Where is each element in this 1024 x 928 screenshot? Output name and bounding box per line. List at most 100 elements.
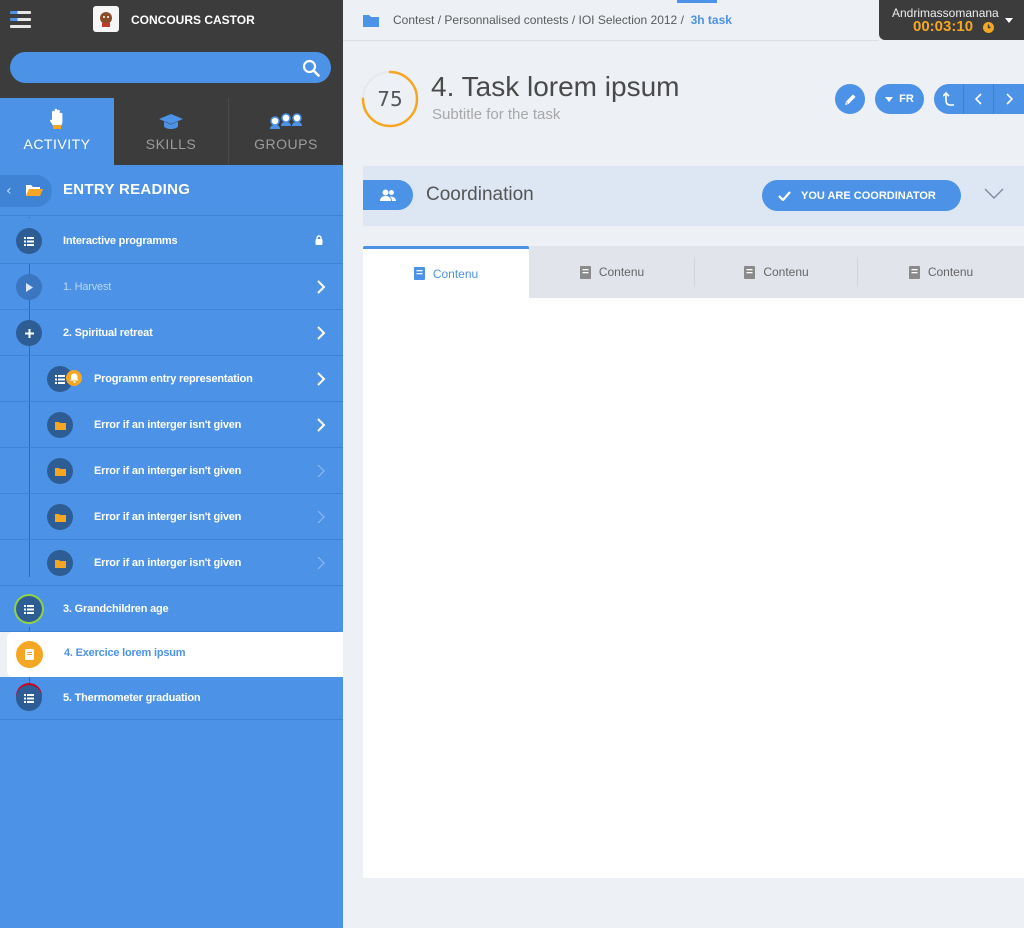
group-icon bbox=[270, 113, 302, 129]
tree-item-label: 2. Spiritual retreat bbox=[63, 326, 153, 339]
entry-header: ‹ ENTRY READING bbox=[0, 165, 343, 216]
tab-contenu[interactable]: Contenu bbox=[363, 246, 529, 298]
status-circle bbox=[16, 685, 42, 711]
bell-icon bbox=[66, 370, 82, 386]
tree-item-label: 3. Grandchildren age bbox=[63, 602, 169, 615]
book-icon bbox=[579, 265, 591, 279]
pencil-icon bbox=[844, 94, 855, 105]
check-icon bbox=[778, 190, 791, 201]
entry-title: ENTRY READING bbox=[63, 181, 191, 198]
book-icon bbox=[25, 649, 34, 660]
chevron-right-icon[interactable] bbox=[317, 556, 326, 570]
tree-item[interactable]: 3. Grandchildren age bbox=[0, 586, 343, 632]
breadcrumb-item[interactable]: Contest bbox=[393, 13, 434, 27]
task-content-area bbox=[363, 298, 1024, 878]
castor-logo-icon bbox=[93, 6, 119, 32]
app-title: CONCOURS CASTOR bbox=[131, 13, 255, 27]
play-icon bbox=[26, 282, 33, 292]
search-input[interactable] bbox=[10, 52, 331, 83]
caret-down-icon bbox=[885, 96, 894, 102]
tree-item-label: Interactive programms bbox=[63, 234, 178, 247]
breadcrumb-separator: / bbox=[437, 13, 442, 27]
breadcrumb-indicator bbox=[677, 0, 717, 3]
next-button[interactable] bbox=[994, 84, 1024, 114]
coordination-title: Coordination bbox=[426, 184, 534, 205]
breadcrumb-item[interactable]: IOI Selection 2012 bbox=[579, 13, 678, 27]
tree-item[interactable]: Error if an interger isn't given bbox=[0, 494, 343, 540]
previous-button[interactable] bbox=[964, 84, 994, 114]
tree-item[interactable]: Programm entry representation bbox=[0, 356, 343, 402]
users-icon bbox=[380, 189, 396, 201]
tree-item[interactable]: Interactive programms bbox=[0, 218, 343, 264]
breadcrumb-separator: / bbox=[571, 13, 576, 27]
tree-item[interactable]: Error if an interger isn't given bbox=[0, 540, 343, 586]
progress-ring bbox=[16, 228, 42, 254]
tree-item-label: 4. Exercice lorem ipsum bbox=[64, 647, 186, 659]
status-circle bbox=[16, 641, 43, 668]
tab-contenu[interactable]: Contenu bbox=[858, 246, 1024, 298]
chevron-right-icon[interactable] bbox=[317, 464, 326, 478]
sidebar: CONCOURS CASTOR ACTIVITY SKILLS GROUPS ‹… bbox=[0, 0, 343, 928]
status-circle bbox=[16, 320, 42, 346]
folder-icon bbox=[54, 559, 66, 568]
chevron-right-icon[interactable] bbox=[317, 279, 326, 294]
tab-contenu[interactable]: Contenu bbox=[529, 246, 695, 298]
chevron-right-icon[interactable] bbox=[317, 325, 326, 340]
timer: 00:03:10 bbox=[913, 18, 974, 35]
navigation-buttons bbox=[934, 84, 1024, 114]
open-folder-icon bbox=[26, 185, 43, 196]
tree-item[interactable]: 1. Harvest bbox=[0, 264, 343, 310]
language-button[interactable]: FR bbox=[875, 84, 924, 114]
tree-item[interactable]: 2. Spiritual retreat bbox=[0, 310, 343, 356]
back-button[interactable]: ‹ bbox=[0, 175, 52, 207]
user-panel[interactable]: Andrimassomanana 00:03:10 bbox=[879, 0, 1024, 40]
book-icon bbox=[908, 265, 920, 279]
tab-contenu[interactable]: Contenu bbox=[695, 246, 858, 298]
tree-item-selected[interactable]: 4. Exercice lorem ipsum bbox=[0, 632, 343, 677]
status-circle bbox=[16, 274, 42, 300]
clock-icon bbox=[983, 22, 994, 33]
tree-item[interactable]: 5. Thermometer graduation bbox=[0, 677, 343, 720]
breadcrumb-item[interactable]: Personnalised contests bbox=[444, 13, 568, 27]
tree-item[interactable]: Error if an interger isn't given bbox=[0, 448, 343, 494]
chevron-right-icon[interactable] bbox=[317, 417, 326, 432]
plus-icon bbox=[24, 328, 34, 338]
tab-groups[interactable]: GROUPS bbox=[229, 98, 343, 165]
status-circle bbox=[47, 550, 73, 576]
parent-button[interactable] bbox=[934, 84, 964, 114]
chevron-right-icon[interactable] bbox=[317, 510, 326, 524]
tree-item-label: Programm entry representation bbox=[94, 372, 253, 385]
book-icon bbox=[413, 267, 425, 280]
chevron-down-icon[interactable] bbox=[984, 188, 1004, 199]
tab-skills[interactable]: SKILLS bbox=[114, 98, 229, 165]
coordinator-button-label: YOU ARE COORDINATOR bbox=[801, 189, 936, 202]
tab-skills-label: SKILLS bbox=[145, 136, 197, 152]
main-panel: Contest / Personnalised contests / IOI S… bbox=[343, 0, 1024, 928]
divider bbox=[343, 40, 879, 41]
tab-groups-label: GROUPS bbox=[254, 136, 318, 152]
folder-icon bbox=[54, 467, 66, 476]
coordinator-button[interactable]: YOU ARE COORDINATOR bbox=[762, 180, 961, 211]
list-icon bbox=[24, 693, 34, 703]
chevron-right-icon bbox=[1005, 93, 1013, 105]
content-tabs: Contenu Contenu Contenu Contenu bbox=[363, 246, 1024, 298]
status-circle bbox=[47, 458, 73, 484]
task-subtitle: Subtitle for the task bbox=[432, 106, 561, 123]
search-row bbox=[0, 41, 343, 98]
chevron-right-icon[interactable] bbox=[317, 371, 326, 386]
tab-activity[interactable]: ACTIVITY bbox=[0, 98, 114, 165]
status-circle bbox=[47, 504, 73, 530]
hamburger-menu-icon[interactable] bbox=[10, 11, 31, 29]
chevron-left-icon: ‹ bbox=[6, 183, 12, 199]
hand-icon bbox=[49, 108, 63, 129]
search-icon[interactable] bbox=[302, 59, 320, 77]
edit-button[interactable] bbox=[835, 84, 865, 114]
tree-item[interactable]: Error if an interger isn't given bbox=[0, 402, 343, 448]
tree-item-label: Error if an interger isn't given bbox=[94, 556, 242, 569]
list-icon bbox=[55, 374, 65, 384]
caret-down-icon[interactable] bbox=[1005, 18, 1013, 23]
score-value: 75 bbox=[377, 87, 403, 111]
tree-item-label: Error if an interger isn't given bbox=[94, 464, 242, 477]
tab-label: Contenu bbox=[927, 265, 974, 279]
lock-icon bbox=[315, 235, 323, 245]
